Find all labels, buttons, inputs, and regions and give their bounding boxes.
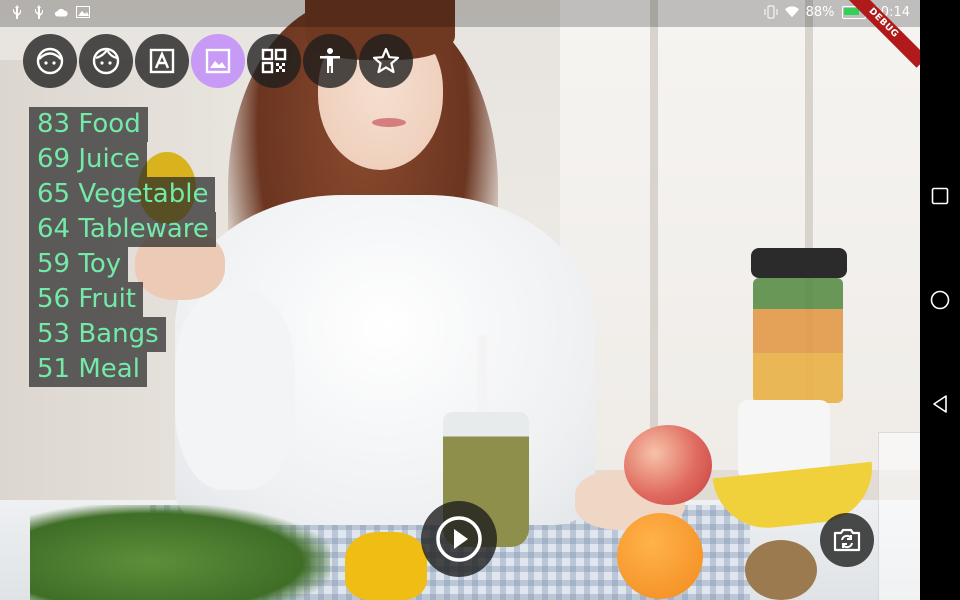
image-icon (76, 4, 90, 20)
image-label: 83 Food (29, 107, 148, 142)
image-label: 69 Juice (29, 142, 148, 177)
triangle-back-icon (933, 395, 947, 413)
battery-percent: 88% (805, 4, 835, 20)
image-icon (205, 48, 231, 74)
usb-icon (32, 4, 46, 20)
debug-banner-text: DEBUG (840, 0, 920, 68)
back-button[interactable] (925, 389, 955, 419)
kiwi (745, 540, 817, 600)
qr-code-icon (261, 48, 287, 74)
switch-camera-icon (833, 528, 861, 552)
wifi-icon (784, 4, 799, 20)
apple (624, 425, 712, 505)
glass (878, 432, 920, 600)
yellow-pepper (345, 532, 427, 600)
image-label: 56 Fruit (29, 282, 143, 317)
switch-camera-button[interactable] (820, 513, 874, 567)
status-bar: 88% 10:14 (0, 0, 920, 27)
image-labeling-button[interactable] (191, 34, 245, 88)
circle-icon (930, 290, 950, 310)
image-labels-list: 83 Food 69 Juice 65 Vegetable 64 Tablewa… (29, 107, 216, 387)
recents-button[interactable] (925, 181, 955, 211)
home-button[interactable] (925, 285, 955, 315)
play-button[interactable] (421, 501, 497, 577)
image-label: 64 Tableware (29, 212, 216, 247)
blender-jar (753, 278, 843, 403)
image-label: 53 Bangs (29, 317, 166, 352)
image-label: 51 Meal (29, 352, 147, 387)
text-recognition-button[interactable] (135, 34, 189, 88)
person-lips (372, 118, 406, 127)
vibrate-icon (764, 4, 778, 20)
blender-lid (751, 248, 847, 278)
leafy-greens (30, 505, 330, 600)
image-label: 65 Vegetable (29, 177, 216, 212)
navigation-bar (920, 0, 960, 600)
text-icon (149, 48, 175, 74)
debug-banner: DEBUG (840, 0, 920, 80)
straw (477, 335, 487, 420)
cloud-icon (54, 4, 68, 20)
image-label: 59 Toy (29, 247, 129, 282)
usb-icon (10, 4, 24, 20)
orange (617, 513, 703, 599)
face-outline-icon (92, 47, 120, 75)
square-icon (931, 187, 949, 205)
favorites-button[interactable] (359, 34, 413, 88)
face-detection-button[interactable] (23, 34, 77, 88)
star-icon (372, 47, 400, 74)
play-icon (436, 516, 482, 562)
mode-selector (23, 34, 413, 88)
barcode-scanning-button[interactable] (247, 34, 301, 88)
face-icon (36, 47, 64, 75)
face-contour-button[interactable] (79, 34, 133, 88)
person-icon (320, 48, 340, 73)
pose-detection-button[interactable] (303, 34, 357, 88)
